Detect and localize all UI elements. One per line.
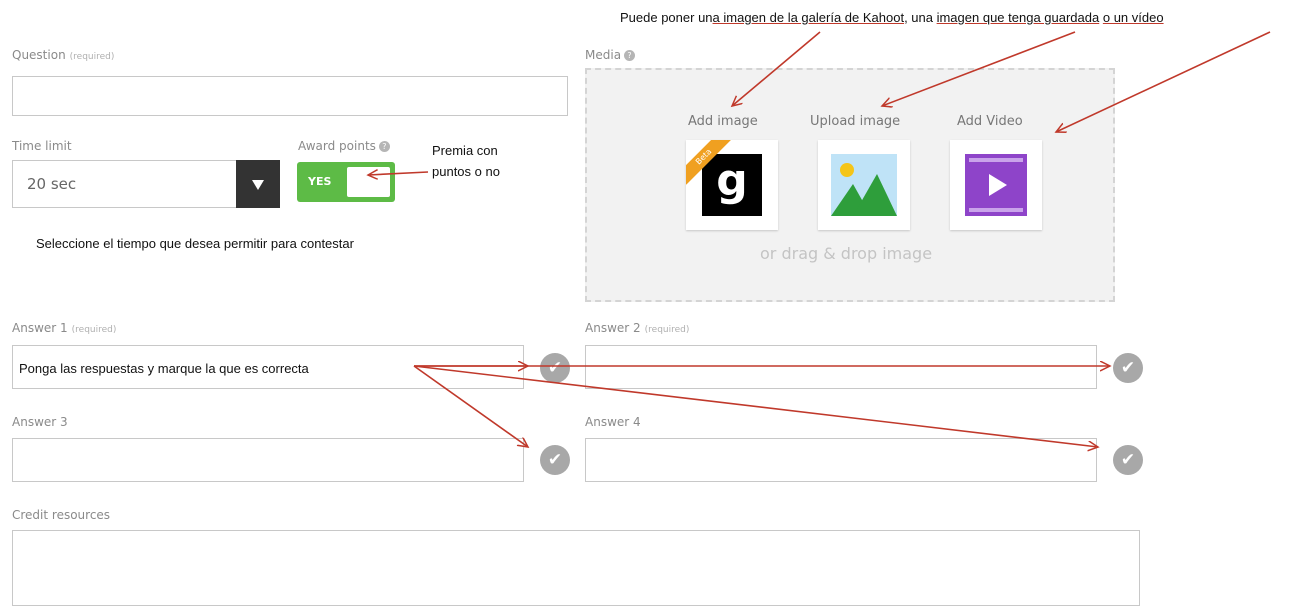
- time-note: Seleccione el tiempo que desea permitir …: [36, 236, 354, 251]
- credit-resources-textarea[interactable]: [12, 530, 1140, 606]
- award-note: Premia con puntos o no: [432, 143, 500, 179]
- gallery-logo-icon: g: [702, 154, 762, 216]
- add-video-button[interactable]: [950, 140, 1042, 230]
- toggle-yes-label: YES: [308, 175, 332, 188]
- credit-resources-label: Credit resources: [12, 508, 111, 522]
- video-icon: [965, 154, 1027, 216]
- answer-4-input[interactable]: [585, 438, 1097, 482]
- question-input[interactable]: [12, 76, 568, 116]
- upload-link-text: imagen que tenga guardada: [936, 10, 1100, 25]
- answer-4-label: Answer 4: [585, 415, 641, 429]
- answer-3-correct-check-icon[interactable]: ✔: [540, 445, 570, 475]
- answer-2-input[interactable]: [585, 345, 1097, 389]
- time-limit-select[interactable]: 20 sec: [12, 160, 280, 208]
- add-image-button[interactable]: g Beta: [686, 140, 778, 230]
- answer-1-label: Answer 1 (required): [12, 321, 117, 335]
- chevron-down-icon[interactable]: [236, 160, 280, 208]
- info-icon: ?: [624, 50, 636, 61]
- info-icon: ?: [378, 141, 390, 152]
- answer-3-input[interactable]: [12, 438, 524, 482]
- time-limit-label: Time limit: [12, 139, 72, 153]
- landscape-image-icon: [831, 154, 897, 216]
- add-image-label: Add image: [688, 114, 758, 129]
- time-limit-value: 20 sec: [27, 175, 77, 193]
- answer-4-correct-check-icon[interactable]: ✔: [1113, 445, 1143, 475]
- answer-1-correct-check-icon[interactable]: ✔: [540, 353, 570, 383]
- award-points-toggle[interactable]: YES: [297, 162, 395, 202]
- award-points-label: Award points?: [298, 139, 390, 153]
- answer-2-label: Answer 2 (required): [585, 321, 690, 335]
- upload-image-button[interactable]: [818, 140, 910, 230]
- media-label: Media?: [585, 48, 636, 62]
- video-link-text: o un vídeo: [1102, 10, 1164, 25]
- media-annotation: Puede poner una imagen de la galería de …: [620, 10, 1164, 25]
- toggle-knob: [347, 167, 390, 197]
- answer-2-correct-check-icon[interactable]: ✔: [1113, 353, 1143, 383]
- question-label: Question (required): [12, 48, 115, 62]
- answers-note: Ponga las respuestas y marque la que es …: [19, 361, 309, 376]
- add-video-label: Add Video: [957, 114, 1023, 129]
- answer-3-label: Answer 3: [12, 415, 68, 429]
- gallery-link-text: a imagen de la galería de Kahoot: [712, 10, 905, 25]
- upload-image-label: Upload image: [810, 114, 901, 129]
- drag-drop-text: or drag & drop image: [760, 244, 933, 263]
